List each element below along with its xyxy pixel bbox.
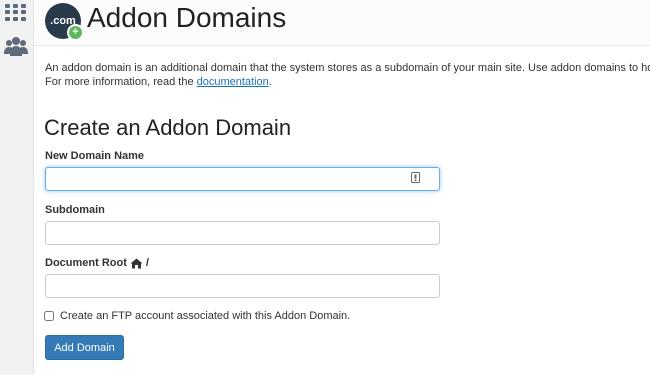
sidebar bbox=[0, 0, 34, 375]
intro-line-2: For more information, read the documenta… bbox=[45, 76, 272, 88]
form-title: Create an Addon Domain bbox=[44, 115, 292, 140]
users-icon[interactable] bbox=[3, 36, 29, 58]
autofill-key-icon[interactable] bbox=[411, 172, 420, 183]
documentation-link[interactable]: documentation bbox=[197, 76, 269, 88]
intro-line-1: An addon domain is an additional domain … bbox=[45, 62, 650, 74]
page-title: Addon Domains bbox=[87, 2, 287, 33]
ftp-account-row: Create an FTP account associated with th… bbox=[44, 310, 350, 322]
add-domain-button[interactable]: Add Domain bbox=[45, 335, 124, 360]
ftp-account-label: Create an FTP account associated with th… bbox=[60, 310, 351, 322]
grid-icon[interactable] bbox=[5, 4, 26, 21]
plus-badge-icon: + bbox=[67, 24, 84, 41]
new-domain-input[interactable] bbox=[45, 167, 440, 191]
ftp-account-checkbox[interactable] bbox=[44, 311, 54, 321]
subdomain-label: Subdomain bbox=[45, 204, 105, 216]
main-content: .com + Addon Domains An addon domain is … bbox=[34, 0, 650, 375]
page-header: .com + Addon Domains bbox=[34, 0, 650, 46]
document-root-input[interactable] bbox=[45, 274, 440, 298]
new-domain-label: New Domain Name bbox=[45, 150, 145, 162]
intro-text: An addon domain is an additional domain … bbox=[45, 61, 650, 89]
addon-domains-logo-icon: .com + bbox=[45, 3, 84, 41]
home-icon bbox=[130, 258, 143, 268]
subdomain-input[interactable] bbox=[45, 221, 440, 245]
docroot-suffix: / bbox=[145, 257, 149, 269]
document-root-label: Document Root / bbox=[45, 257, 149, 269]
